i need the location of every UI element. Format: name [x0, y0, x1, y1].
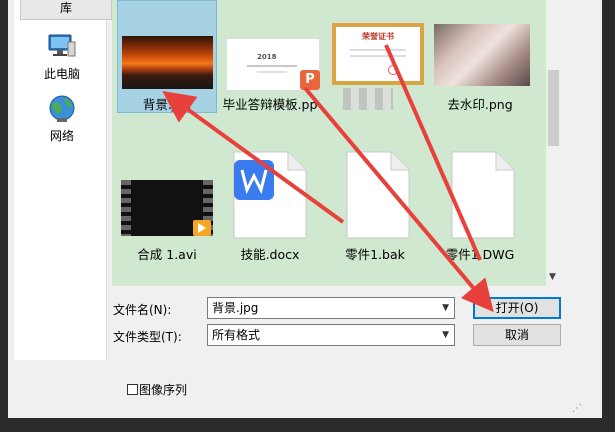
filetype-select[interactable]: 所有格式 ▼: [207, 324, 455, 346]
file-name: 毕业答辩模板.pp: [222, 97, 318, 112]
checkbox-box[interactable]: [127, 384, 138, 395]
file-item[interactable]: 零件1.DWG: [430, 140, 530, 262]
powerpoint-badge-icon: P: [300, 70, 320, 90]
file-item[interactable]: 背景.jpg: [117, 0, 217, 113]
scrollbar-thumb[interactable]: [548, 70, 559, 146]
file-item[interactable]: 合成 1.avi: [117, 140, 217, 262]
open-button[interactable]: 打开(O): [473, 297, 561, 319]
computer-icon: [46, 30, 78, 62]
network-icon: [46, 92, 78, 124]
file-name: 背景.jpg: [142, 97, 192, 112]
file-name: 零件1.bak: [345, 247, 405, 262]
chevron-down-icon[interactable]: ▼: [442, 298, 449, 318]
file-name: 零件1.DWG: [445, 247, 515, 262]
scroll-down-arrow[interactable]: ▼: [549, 272, 556, 282]
image-sequence-checkbox[interactable]: 图像序列: [127, 381, 187, 398]
file-item[interactable]: 2018 P 毕业答辩模板.pp: [220, 0, 320, 113]
nav-item-label: 此电脑: [43, 67, 80, 81]
vertical-scrollbar[interactable]: ▼: [546, 0, 561, 286]
nav-item-label: 库: [59, 1, 72, 15]
file-name: 技能.docx: [240, 247, 300, 262]
chevron-down-icon[interactable]: ▼: [442, 325, 449, 345]
image-thumbnail: [434, 24, 530, 86]
nav-item-this-pc[interactable]: 此电脑: [32, 30, 92, 82]
resize-grip-icon[interactable]: ⋰: [572, 403, 582, 414]
nav-item-library[interactable]: 库: [20, 0, 112, 20]
file-name: 去水印.png: [447, 97, 513, 112]
docx-file-icon: [232, 150, 308, 243]
file-item[interactable]: 零件1.bak: [325, 140, 425, 262]
blurred-filename: [343, 88, 393, 110]
window-edge: [602, 0, 615, 432]
generic-file-icon: [450, 150, 516, 243]
filename-label: 文件名(N):: [113, 303, 172, 317]
media-player-icon: [193, 220, 211, 236]
certificate-title: 荣誉证书: [362, 32, 394, 41]
file-item[interactable]: 去水印.png: [430, 0, 530, 113]
file-item[interactable]: 荣誉证书: [325, 0, 425, 113]
nav-item-label: 网络: [49, 129, 74, 143]
checkbox-label: 图像序列: [139, 383, 188, 397]
file-item[interactable]: 技能.docx: [220, 140, 320, 262]
filename-value: 背景.jpg: [212, 301, 259, 315]
certificate-thumbnail: 荣誉证书: [331, 22, 424, 85]
filetype-label: 文件类型(T):: [113, 330, 182, 344]
slide-year: 2018: [257, 53, 277, 61]
window-edge-bottom: [0, 418, 615, 432]
file-name: 合成 1.avi: [137, 247, 197, 262]
generic-file-icon: [345, 150, 411, 243]
filetype-value: 所有格式: [212, 328, 261, 342]
cancel-button[interactable]: 取消: [473, 324, 561, 346]
filename-input[interactable]: 背景.jpg ▼: [207, 297, 455, 319]
image-thumbnail: [122, 36, 213, 89]
nav-item-network[interactable]: 网络: [32, 92, 92, 144]
navigation-pane: 库 此电脑 网络: [14, 0, 112, 360]
